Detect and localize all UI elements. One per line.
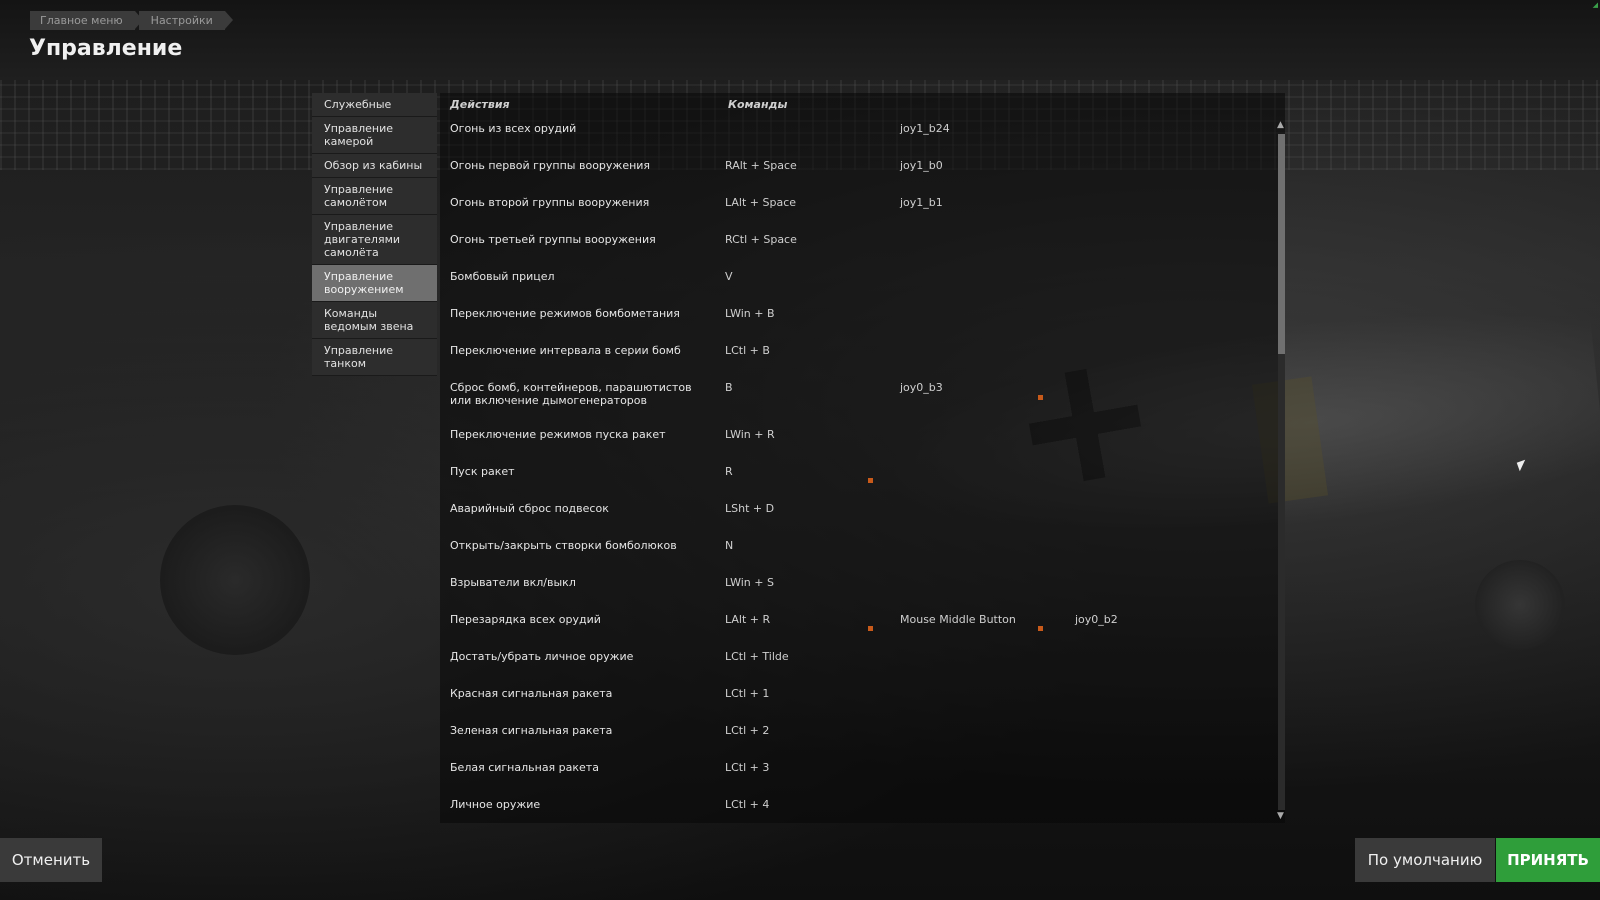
breadcrumb: Главное меню Настройки xyxy=(30,11,233,30)
binding-conflict-marker-icon xyxy=(1038,626,1043,631)
command-binding-1[interactable]: LWin + R xyxy=(725,428,775,441)
action-label: Огонь третьей группы вооружения xyxy=(450,233,656,246)
binding-conflict-marker-icon xyxy=(1038,395,1043,400)
breadcrumb-main-menu[interactable]: Главное меню xyxy=(30,11,143,30)
category-sidebar: Служебные Управление камерой Обзор из каби… xyxy=(312,93,437,376)
scroll-up-arrow-icon[interactable]: ▲ xyxy=(1277,120,1284,130)
reset-default-button[interactable]: По умолчанию xyxy=(1355,838,1495,882)
table-row[interactable]: Огонь из всех орудий joy1_b24 xyxy=(440,122,1260,159)
action-label: Огонь второй группы вооружения xyxy=(450,196,650,209)
table-row[interactable]: Белая сигнальная ракета LCtl + 3 xyxy=(440,761,1260,798)
command-binding-1[interactable]: RAlt + Space xyxy=(725,159,797,172)
binding-conflict-marker-icon xyxy=(868,478,873,483)
action-label: Переключение интервала в серии бомб xyxy=(450,344,681,357)
binding-conflict-marker-icon xyxy=(868,626,873,631)
page-title: Управление xyxy=(29,36,183,61)
table-row[interactable]: Огонь первой группы вооружения RAlt + Spa… xyxy=(440,159,1260,196)
category-item[interactable]: Управление самолётом xyxy=(312,178,437,215)
action-label: Красная сигнальная ракета xyxy=(450,687,613,700)
command-binding-2[interactable]: joy1_b24 xyxy=(900,122,950,135)
table-row[interactable]: Личное оружие LCtl + 4 xyxy=(440,798,1260,818)
table-row[interactable]: Огонь третьей группы вооружения RCtl + Sp… xyxy=(440,233,1260,270)
command-binding-1[interactable]: N xyxy=(725,539,733,552)
command-binding-1[interactable]: B xyxy=(725,381,733,394)
action-label: Личное оружие xyxy=(450,798,541,811)
table-row[interactable]: Достать/убрать личное оружие LCtl + Tilde xyxy=(440,650,1260,687)
command-binding-2[interactable]: joy0_b3 xyxy=(900,381,943,394)
table-body: Огонь из всех орудий joy1_b24 Огонь первой… xyxy=(440,118,1260,818)
category-item[interactable]: Управление танком xyxy=(312,339,437,376)
scroll-down-arrow-icon[interactable]: ▼ xyxy=(1277,811,1284,821)
category-item[interactable]: Управление двигателями самолёта xyxy=(312,215,437,265)
column-header-commands: Команды xyxy=(728,98,788,111)
table-row[interactable]: Красная сигнальная ракета LCtl + 1 xyxy=(440,687,1260,724)
command-binding-1[interactable]: LCtl + 2 xyxy=(725,724,769,737)
action-label: Достать/убрать личное оружие xyxy=(450,650,634,663)
category-item[interactable]: Управление вооружением xyxy=(312,265,437,302)
action-label: Переключение режимов пуска ракет xyxy=(450,428,666,441)
aircraft-wheel-right xyxy=(1475,560,1565,650)
table-row[interactable]: Бомбовый прицел V xyxy=(440,270,1260,307)
table-row[interactable]: Взрыватели вкл/выкл LWin + S xyxy=(440,576,1260,613)
command-binding-1[interactable]: R xyxy=(725,465,733,478)
command-binding-1[interactable]: LAlt + Space xyxy=(725,196,796,209)
table-row[interactable]: Перезарядка всех орудий LAlt + R Mouse Mid… xyxy=(440,613,1260,650)
command-binding-2[interactable]: joy1_b0 xyxy=(900,159,943,172)
table-row[interactable]: Огонь второй группы вооружения LAlt + Spa… xyxy=(440,196,1260,233)
action-label: Сброс бомб, контейнеров, парашютистов ил… xyxy=(450,381,692,407)
table-row[interactable]: Переключение режимов пуска ракет LWin + R xyxy=(440,428,1260,465)
command-binding-2[interactable]: joy1_b1 xyxy=(900,196,943,209)
table-row[interactable]: Зеленая сигнальная ракета LCtl + 2 xyxy=(440,724,1260,761)
scrollbar-thumb[interactable] xyxy=(1278,134,1285,354)
command-binding-1[interactable]: LAlt + R xyxy=(725,613,770,626)
table-row[interactable]: Переключение режимов бомбометания LWin + … xyxy=(440,307,1260,344)
category-item[interactable]: Служебные xyxy=(312,93,437,117)
scrollbar-track[interactable] xyxy=(1278,134,1285,810)
table-row[interactable]: Сброс бомб, контейнеров, парашютистов ил… xyxy=(440,381,1260,418)
aircraft-wheel-left xyxy=(160,505,310,655)
command-binding-3[interactable]: joy0_b2 xyxy=(1075,613,1118,626)
breadcrumb-settings[interactable]: Настройки xyxy=(138,11,233,30)
table-row[interactable]: Аварийный сброс подвесок LSht + D xyxy=(440,502,1260,539)
action-label: Зеленая сигнальная ракета xyxy=(450,724,613,737)
action-label: Огонь из всех орудий xyxy=(450,122,577,135)
controls-table: Действия Команды Огонь из всех орудий joy… xyxy=(440,93,1285,823)
command-binding-1[interactable]: LCtl + 3 xyxy=(725,761,769,774)
header xyxy=(0,0,1600,80)
category-item[interactable]: Управление камерой xyxy=(312,117,437,154)
command-binding-1[interactable]: LCtl + Tilde xyxy=(725,650,789,663)
command-binding-2[interactable]: Mouse Middle Button xyxy=(900,613,1016,626)
category-item[interactable]: Обзор из кабины xyxy=(312,154,437,178)
column-header-actions: Действия xyxy=(450,98,510,111)
table-row[interactable]: Пуск ракет R xyxy=(440,465,1260,502)
cancel-button[interactable]: Отменить xyxy=(0,838,102,882)
action-label: Переключение режимов бомбометания xyxy=(450,307,680,320)
command-binding-1[interactable]: V xyxy=(725,270,733,283)
action-label: Пуск ракет xyxy=(450,465,515,478)
corner-indicator: ◢ xyxy=(1592,1,1598,9)
action-label: Перезарядка всех орудий xyxy=(450,613,601,626)
action-label: Огонь первой группы вооружения xyxy=(450,159,651,172)
table-row[interactable]: Открыть/закрыть створки бомболюков N xyxy=(440,539,1260,576)
category-item[interactable]: Команды ведомым звена xyxy=(312,302,437,339)
action-label: Бомбовый прицел xyxy=(450,270,555,283)
command-binding-1[interactable]: LWin + S xyxy=(725,576,774,589)
action-label: Открыть/закрыть створки бомболюков xyxy=(450,539,677,552)
action-label: Взрыватели вкл/выкл xyxy=(450,576,576,589)
command-binding-1[interactable]: LCtl + 1 xyxy=(725,687,769,700)
command-binding-1[interactable]: LCtl + B xyxy=(725,344,770,357)
command-binding-1[interactable]: RCtl + Space xyxy=(725,233,797,246)
action-label: Белая сигнальная ракета xyxy=(450,761,599,774)
accept-button[interactable]: ПРИНЯТЬ xyxy=(1496,838,1600,882)
command-binding-1[interactable]: LCtl + 4 xyxy=(725,798,769,811)
table-row[interactable]: Переключение интервала в серии бомб LCtl … xyxy=(440,344,1260,381)
command-binding-1[interactable]: LWin + B xyxy=(725,307,775,320)
command-binding-1[interactable]: LSht + D xyxy=(725,502,774,515)
action-label: Аварийный сброс подвесок xyxy=(450,502,609,515)
